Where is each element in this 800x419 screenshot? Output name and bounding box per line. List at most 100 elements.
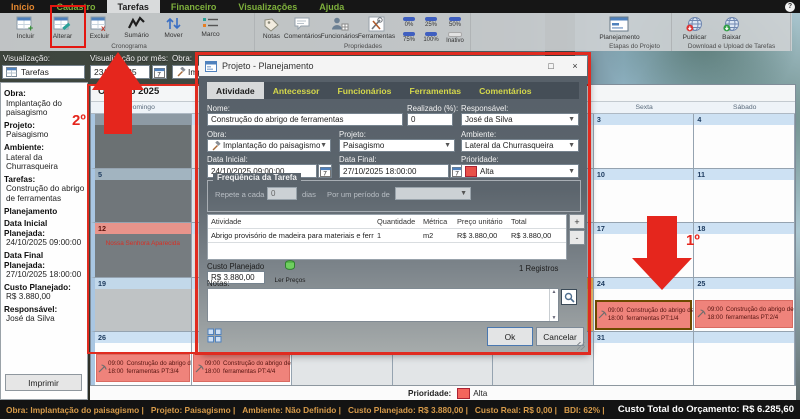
ribbon-button-publicar[interactable]: Publicar [677,15,712,41]
data-inicial-calendar-button[interactable]: 7 [318,164,332,178]
dialog-tab-atividade[interactable]: Atividade [207,82,264,99]
ribbon-button-mover[interactable]: Mover [156,15,191,39]
calendar-day-cell[interactable]: 19 [91,278,192,333]
priority-color-swatch [465,166,477,177]
projeto-select[interactable]: Paisagismo▼ [339,139,455,152]
progress-button-25pct[interactable]: 25% [420,15,442,30]
task-event[interactable]: 09:0018:00Construção do abrigo deferrame… [96,354,190,382]
progress-buttons: 0%25%50%75%100%Inativo [398,15,468,45]
ribbon-button-coment-rios[interactable]: Comentários [285,15,320,40]
ribbon-button-sum-rio[interactable]: Sumário [119,15,154,39]
table-row[interactable]: Abrigo provisório de madeira para materi… [208,229,566,243]
move-icon [165,16,182,31]
ribbon-button-baixar[interactable]: Baixar [714,15,749,41]
print-button[interactable]: Imprimir [5,374,82,391]
calendar-day-cell[interactable] [91,114,192,169]
calendar-day-cell[interactable]: 31 [594,332,695,387]
maximize-button[interactable]: □ [539,56,563,76]
ribbon-button-excluir[interactable]: xExcluir [82,15,117,40]
realizado-input[interactable]: 0 [407,113,453,126]
notas-textarea[interactable]: ▲▼ [207,288,559,322]
calendar-day-cell[interactable]: 17 [594,223,695,278]
day-number: 31 [594,332,694,343]
obra-label: Obra: [172,54,192,63]
status-item: Custo Real: R$ 0,00 [475,405,557,415]
calendar-day-cell[interactable]: 10 [594,169,695,224]
ribbon-button-planejamento[interactable]: Planejamento [602,15,637,41]
calendar-day-cell[interactable]: 2409:0018:00Construção do abrigo deferra… [594,278,695,333]
calendar-day-cell[interactable]: 2509:0018:00Construção do abrigo deferra… [694,278,795,333]
calendar-day-cell[interactable]: 5 [91,169,192,224]
publish-globe-icon [685,16,704,33]
milestone-icon [202,16,219,30]
view-selector[interactable]: Tarefas [2,65,85,79]
dialog-tab-coment-rios[interactable]: Comentários [470,82,541,99]
hammer-icon [176,67,186,77]
calendar-day-cell[interactable]: 11 [694,169,795,224]
ribbon-tab-tarefas[interactable]: Tarefas [107,0,160,13]
atividade-table[interactable]: AtividadeQuantidadeMétricaPreço unitário… [207,214,567,260]
calendar-day-cell[interactable]: 2609:0018:00Construção do abrigo deferra… [91,332,192,387]
resize-grip[interactable] [577,342,585,350]
calendar-day-cell[interactable]: 18 [694,223,795,278]
calendar-day-cell[interactable] [694,332,795,387]
calendar-day-cell[interactable]: 4 [694,114,795,169]
notes-scrollbar[interactable]: ▲▼ [549,289,558,321]
annotation-box-alterar [50,5,86,48]
notes-tag-icon [262,16,281,32]
ribbon-button-marco[interactable]: Marco [193,15,228,38]
month-date-input[interactable]: 23/10/2025 [90,65,150,79]
help-icon[interactable]: ? [785,2,795,12]
calendar-day-cell[interactable]: 12Nossa Senhora Aparecida [91,223,192,278]
day-number: 10 [594,169,694,180]
ok-button[interactable]: Ok [487,327,533,346]
ribbon-button-ferramentas[interactable]: Ferramentas [359,15,394,40]
ler-precos-button[interactable]: Ler Preços [273,259,307,284]
pickaxe-icon [195,364,204,373]
table-cell: m2 [420,231,454,240]
repete-label: Repete a cada [215,190,264,199]
ribbon-button-notas[interactable]: Notas [260,15,283,40]
task-event[interactable]: 09:0018:00Construção do abrigo deferrame… [193,354,291,382]
ribbon-button-incluir[interactable]: +Incluir [8,15,43,40]
close-button[interactable]: × [563,56,587,76]
progress-button-0pct[interactable]: 0% [398,15,420,30]
ribbon-group-label: Cronograma [4,43,254,50]
dialog-tab-antecessor[interactable]: Antecessor [264,82,329,99]
event-time: 09:00 [608,307,623,315]
task-event[interactable]: 09:0018:00Construção do abrigo deferrame… [595,300,693,330]
progress-button-50pct[interactable]: 50% [442,15,468,30]
dialog-tab-ferramentas[interactable]: Ferramentas [400,82,470,99]
ribbon-tab-início[interactable]: Início [0,0,46,13]
event-text: Construção do abrigo de [626,307,694,315]
responsavel-select[interactable]: José da Silva▼ [461,113,579,126]
status-bar: Obra: Implantação do paisagismoProjeto: … [0,400,800,419]
priority-legend: Prioridade: Alta [90,385,796,400]
ribbon-tab-financeiro[interactable]: Financeiro [160,0,228,13]
nome-input[interactable]: Construção do abrigo de ferramentas [207,113,403,126]
ribbon-tab-ajuda[interactable]: Ajuda [308,0,355,13]
dialog-tab-funcion-rios[interactable]: Funcionários [329,82,401,99]
day-number [95,114,191,125]
ribbon-tab-visualizações[interactable]: Visualizações [227,0,308,13]
remove-row-button[interactable]: - [569,230,585,245]
add-row-button[interactable]: + [569,214,585,229]
calendar-icon: 7 [320,166,331,177]
keypad-icon[interactable] [207,328,222,343]
obra-select[interactable]: Implantação do paisagismo▼ [207,139,331,152]
search-notes-button[interactable] [561,289,577,305]
progress-bar-icon [425,17,437,21]
data-final-input[interactable]: 27/10/2025 18:00:00 [339,164,449,178]
prioridade-select[interactable]: Alta▼ [461,164,579,178]
event-time: 18:00 [707,314,722,322]
dialog-title-bar[interactable]: Projeto - Planejamento □ × [199,56,587,76]
calendar-picker-button[interactable]: 7 [152,65,167,79]
calendar-day-cell[interactable]: 3 [594,114,695,169]
ribbon-group-label: Etapas do Projeto [598,43,671,50]
data-inicial-label: Data Inicial: [207,155,248,164]
ribbon-button-funcion-rios[interactable]: Funcionários [322,15,357,40]
task-event[interactable]: 09:0018:00Construção do abrigo deferrame… [695,300,793,328]
registros-count: 1 Registros [519,264,558,273]
ambiente-select[interactable]: Lateral da Churrasqueira▼ [461,139,579,152]
info-label: Projeto: [4,121,85,131]
